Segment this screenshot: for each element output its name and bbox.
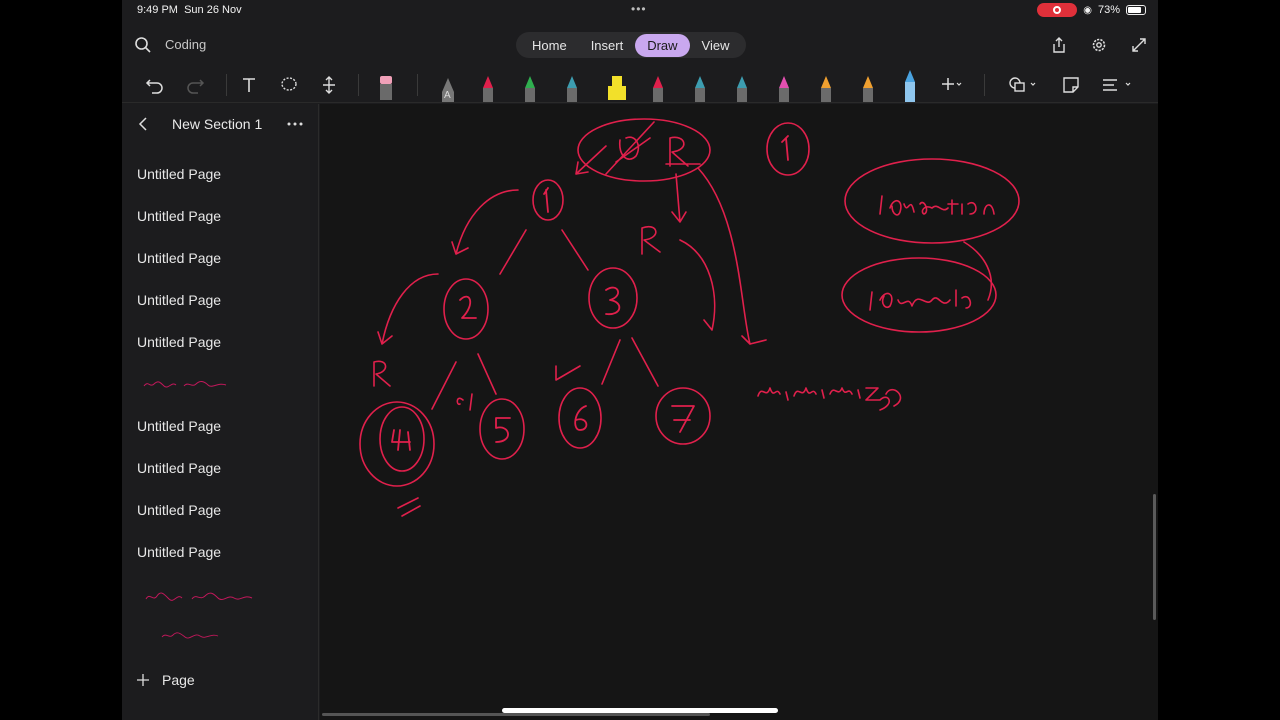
ink-drawing: [359, 118, 1020, 517]
page-item[interactable]: Untitled Page: [137, 334, 221, 350]
page-item[interactable]: Untitled Page: [137, 544, 221, 560]
divider: [417, 74, 418, 96]
back-icon[interactable]: [136, 116, 150, 132]
tree-node-4-highlight: [359, 401, 435, 487]
drawing-canvas[interactable]: [320, 104, 1158, 720]
insert-space-icon[interactable]: [318, 74, 340, 96]
status-bar: 9:49 PM Sun 26 Nov ••• ◉ 73%: [122, 0, 1158, 20]
horizontal-scrollbar[interactable]: [322, 713, 710, 716]
home-indicator[interactable]: [502, 708, 778, 713]
tree-node-6-circle: [558, 387, 602, 449]
page-item[interactable]: Untitled Page: [137, 208, 221, 224]
handwritten-page-title[interactable]: [142, 378, 232, 390]
share-icon[interactable]: [1050, 36, 1068, 54]
tab-insert[interactable]: Insert: [579, 34, 636, 57]
ruler-options-icon[interactable]: [1100, 74, 1134, 96]
page-item[interactable]: Untitled Page: [137, 250, 221, 266]
vertical-scrollbar[interactable]: [1153, 494, 1156, 620]
expand-icon[interactable]: [1130, 36, 1148, 54]
tree-node-1-circle: [532, 179, 564, 221]
divider: [358, 74, 359, 96]
handwritten-subpage-title[interactable]: [160, 630, 222, 640]
page-item[interactable]: Untitled Page: [137, 502, 221, 518]
shapes-icon[interactable]: [1006, 74, 1038, 96]
section-title: New Section 1: [172, 116, 263, 132]
pen-tool-teal[interactable]: [564, 72, 580, 102]
status-time: 9:49 PM Sun 26 Nov: [137, 4, 242, 16]
ribbon-tabs: Home Insert Draw View: [516, 32, 746, 58]
tree-node-4-circle: [379, 406, 425, 472]
plus-icon: [137, 674, 149, 686]
multitasking-dots-icon[interactable]: •••: [631, 2, 647, 16]
search-icon[interactable]: [134, 36, 152, 54]
tree-node-7-circle: [655, 387, 711, 445]
add-pen-icon[interactable]: [940, 74, 962, 96]
draw-tools-bar: A: [122, 68, 1158, 103]
divider: [984, 74, 985, 96]
ink-to-shape-icon[interactable]: [1060, 74, 1082, 96]
pen-tool-pink[interactable]: [776, 72, 792, 102]
lasso-icon[interactable]: [278, 74, 300, 96]
page-item[interactable]: Untitled Page: [137, 292, 221, 308]
pen-tool-green[interactable]: [522, 72, 538, 102]
divider: [226, 74, 227, 96]
notebook-title[interactable]: Coding: [165, 37, 206, 52]
tab-draw[interactable]: Draw: [635, 33, 690, 57]
pen-tool-gray[interactable]: A: [440, 72, 456, 102]
pen-tool-teal-2[interactable]: [692, 72, 708, 102]
pen-tool-orange-2[interactable]: [860, 72, 876, 102]
add-page-button[interactable]: Page: [136, 672, 195, 688]
battery-icon: [1126, 5, 1146, 15]
wifi-icon: ◉: [1083, 4, 1092, 16]
screen-recording-icon: [1037, 3, 1078, 17]
tab-home[interactable]: Home: [520, 34, 579, 57]
pen-tool-red[interactable]: [480, 72, 496, 102]
highlighter-tool-yellow[interactable]: [606, 72, 628, 102]
pen-tool-blue-selected[interactable]: [902, 68, 918, 102]
handwritten-page-title[interactable]: [144, 590, 256, 604]
add-page-label: Page: [162, 672, 195, 688]
type-icon[interactable]: [238, 74, 260, 96]
page-item[interactable]: Untitled Page: [137, 460, 221, 476]
page-item[interactable]: Untitled Page: [137, 418, 221, 434]
svg-text:A: A: [444, 90, 451, 101]
undo-icon[interactable]: [144, 74, 166, 96]
pen-tool-orange[interactable]: [818, 72, 834, 102]
section-header: New Section 1: [122, 104, 318, 144]
redo-icon[interactable]: [184, 74, 206, 96]
more-options-icon[interactable]: [286, 116, 304, 132]
top-bar: Coding Home Insert Draw View: [122, 28, 1158, 62]
onenote-app: 9:49 PM Sun 26 Nov ••• ◉ 73% Coding Home…: [122, 0, 1158, 720]
settings-gear-icon[interactable]: [1090, 36, 1108, 54]
page-item[interactable]: Untitled Page: [137, 166, 221, 182]
tree-node-2-circle: [443, 278, 489, 340]
pen-tool-teal-3[interactable]: [734, 72, 750, 102]
tab-view[interactable]: View: [690, 34, 742, 57]
battery-percent: 73%: [1097, 4, 1120, 16]
pages-sidebar: New Section 1 Untitled Page Untitled Pag…: [122, 104, 319, 720]
eraser-icon[interactable]: [378, 72, 394, 102]
pen-tool-red-2[interactable]: [650, 72, 666, 102]
tree-node-5-circle: [479, 398, 525, 460]
